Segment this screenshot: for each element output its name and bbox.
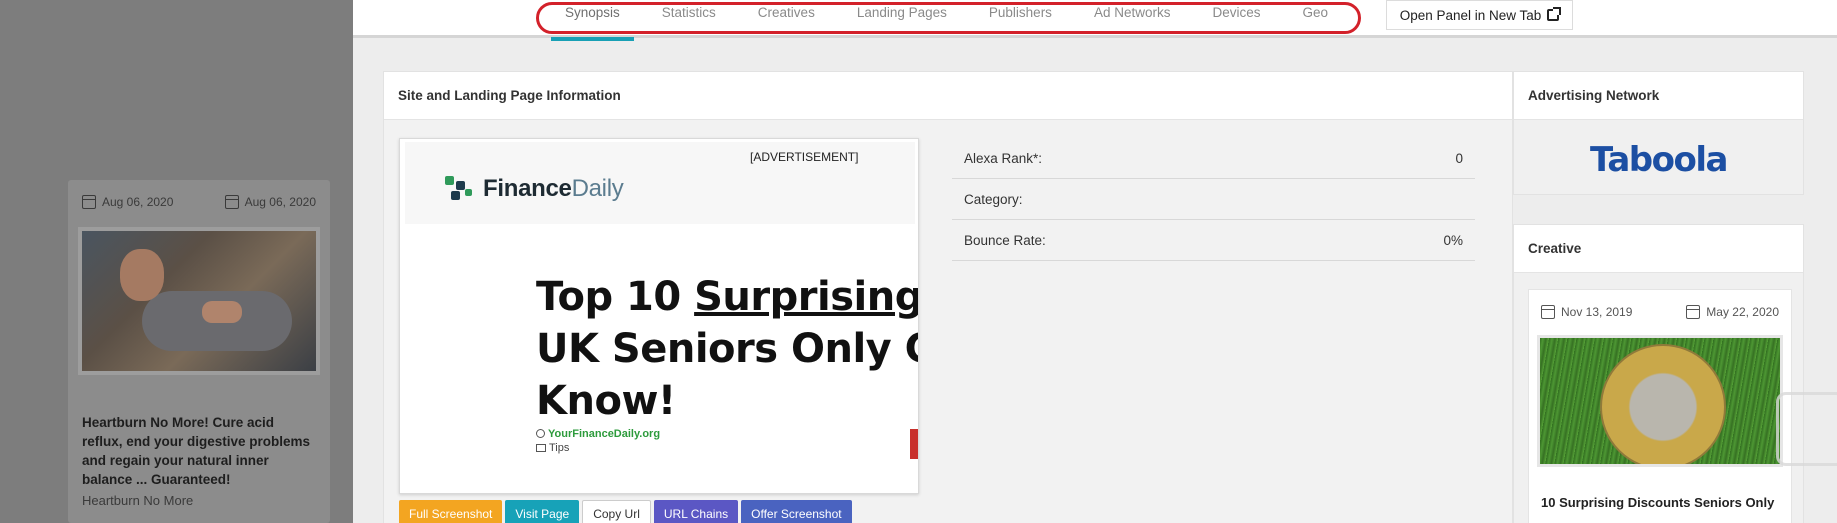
ad-thumbnail [78,227,320,375]
tab-synopsis[interactable]: Synopsis [551,0,634,41]
ad-headline: Top 10 Surprising Dis UK Seniors Only Ge… [536,274,919,424]
ad-card-subtitle: Heartburn No More [82,493,194,508]
calendar-icon [82,195,96,209]
ad-detail-panel: Synopsis Statistics Creatives Landing Pa… [353,0,1837,523]
full-screenshot-button[interactable]: Full Screenshot [399,500,503,523]
clock-icon [536,429,545,438]
watermark-logo [1776,392,1837,466]
tab-creatives[interactable]: Creatives [758,0,815,38]
visit-page-button[interactable]: Visit Page [505,500,580,523]
copy-url-button[interactable]: Copy Url [582,500,651,523]
open-panel-new-tab-button[interactable]: Open Panel in New Tab [1386,0,1573,30]
info-row-category: Category: [952,179,1475,220]
creative-image [1537,335,1783,467]
landing-page-screenshot[interactable]: [ADVERTISEMENT] FinanceDaily Top 10 Surp… [399,138,919,494]
tab-devices[interactable]: Devices [1212,0,1260,38]
finance-daily-logo: FinanceDaily [445,174,624,204]
first-seen-date: Aug 06, 2020 [82,195,173,209]
creative-title: 10 Surprising Discounts Seniors Only [1541,495,1775,510]
taboola-logo: Taboola [1590,140,1728,180]
url-chains-button[interactable]: URL Chains [653,500,739,523]
creative-card[interactable]: Nov 13, 2019 May 22, 2020 10 Surprising … [1528,289,1792,523]
external-link-icon [1547,7,1562,21]
panel-title: Site and Landing Page Information [384,72,1512,120]
site-landing-panel: Site and Landing Page Information [ADVER… [383,71,1513,523]
tab-geo[interactable]: Geo [1302,0,1328,38]
ad-source-meta: YourFinanceDaily.org Tips [536,427,660,455]
background-ad-card: Aug 06, 2020 Aug 06, 2020 Heartburn No M… [68,180,330,523]
offer-screenshot-button[interactable]: Offer Screenshot [741,500,852,523]
info-row-alexa-rank: Alexa Rank*: 0 [952,138,1475,179]
tab-publishers[interactable]: Publishers [989,0,1052,38]
tab-ad-networks[interactable]: Ad Networks [1094,0,1171,38]
folder-icon [536,444,546,452]
panel-title: Creative [1514,225,1803,273]
tab-landing-pages[interactable]: Landing Pages [857,0,947,38]
modal-backdrop: Aug 06, 2020 Aug 06, 2020 Heartburn No M… [0,0,353,523]
site-info-table: Alexa Rank*: 0 Category: Bounce Rate: 0% [952,138,1475,261]
calendar-icon [1686,305,1701,319]
tab-list: Synopsis Statistics Creatives Landing Pa… [551,0,1328,41]
panel-title: Advertising Network [1514,72,1803,120]
first-seen-date: Nov 13, 2019 [1541,305,1632,319]
advertising-network-panel: Advertising Network Taboola [1513,71,1804,195]
creative-panel: Creative Nov 13, 2019 May 22, 2020 10 Su… [1513,224,1804,523]
open-panel-label: Open Panel in New Tab [1399,7,1542,23]
tab-bar: Synopsis Statistics Creatives Landing Pa… [353,0,1837,41]
calendar-icon [224,195,239,209]
calendar-icon [1541,305,1555,319]
tab-statistics[interactable]: Statistics [662,0,716,38]
last-seen-date: May 22, 2020 [1686,305,1779,319]
info-row-bounce-rate: Bounce Rate: 0% [952,220,1475,261]
last-seen-date: Aug 06, 2020 [224,195,316,209]
action-buttons: Full Screenshot Visit Page Copy Url URL … [399,500,852,523]
ad-card-title: Heartburn No More! Cure acid reflux, end… [82,415,311,487]
advertisement-label: [ADVERTISEMENT] [750,150,859,164]
